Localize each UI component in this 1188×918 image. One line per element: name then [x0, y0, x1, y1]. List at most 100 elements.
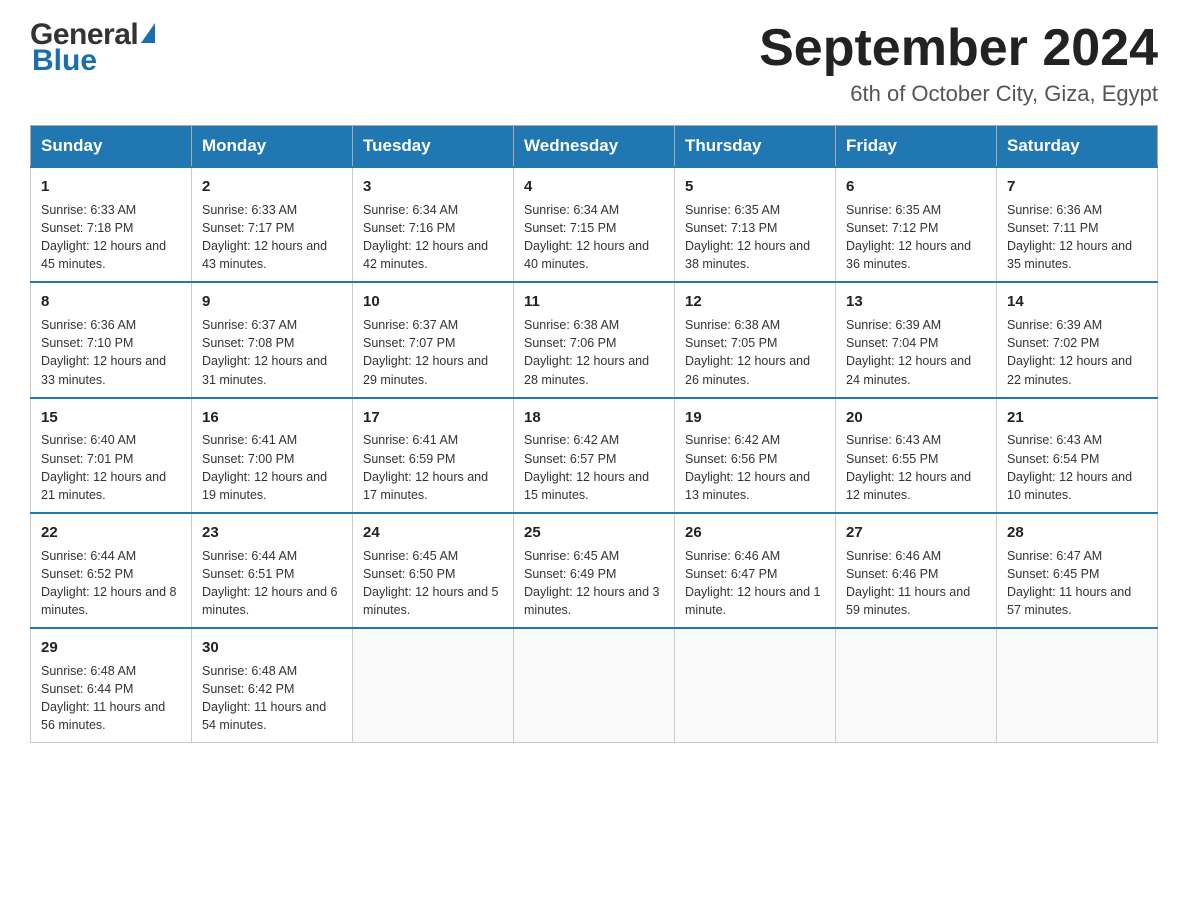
calendar-table: SundayMondayTuesdayWednesdayThursdayFrid…: [30, 125, 1158, 743]
day-number: 28: [1007, 522, 1147, 544]
table-row: 13 Sunrise: 6:39 AMSunset: 7:04 PMDayligh…: [836, 282, 997, 397]
table-row: 4Sunrise: 6:34 AMSunset: 7:15 PMDaylight…: [514, 167, 675, 282]
title-area: September 2024 6th of October City, Giza…: [759, 20, 1158, 107]
day-info: Sunrise: 6:47 AMSunset: 6:45 PMDaylight:…: [1007, 547, 1147, 620]
week-row-4: 22 Sunrise: 6:44 AMSunset: 6:52 PMDayligh…: [31, 513, 1158, 628]
day-number: 6: [846, 176, 986, 198]
day-info: Sunrise: 6:46 AMSunset: 6:47 PMDaylight:…: [685, 547, 825, 620]
day-number: 27: [846, 522, 986, 544]
day-info: Sunrise: 6:40 AMSunset: 7:01 PMDaylight:…: [41, 431, 181, 504]
day-info: Sunrise: 6:41 AMSunset: 6:59 PMDaylight:…: [363, 431, 503, 504]
table-row: 25 Sunrise: 6:45 AMSunset: 6:49 PMDayligh…: [514, 513, 675, 628]
table-row: [675, 628, 836, 743]
table-row: [997, 628, 1158, 743]
table-row: 9 Sunrise: 6:37 AMSunset: 7:08 PMDaylight…: [192, 282, 353, 397]
header: General Blue September 2024 6th of Octob…: [30, 20, 1158, 107]
table-row: 24 Sunrise: 6:45 AMSunset: 6:50 PMDayligh…: [353, 513, 514, 628]
day-number: 26: [685, 522, 825, 544]
week-row-5: 29 Sunrise: 6:48 AMSunset: 6:44 PMDayligh…: [31, 628, 1158, 743]
day-info: Sunrise: 6:37 AMSunset: 7:07 PMDaylight:…: [363, 316, 503, 389]
weekday-header-friday: Friday: [836, 126, 997, 168]
table-row: 15Sunrise: 6:40 AMSunset: 7:01 PMDayligh…: [31, 398, 192, 513]
logo: General Blue: [30, 20, 155, 76]
table-row: 12Sunrise: 6:38 AMSunset: 7:05 PMDayligh…: [675, 282, 836, 397]
day-info: Sunrise: 6:48 AMSunset: 6:44 PMDaylight:…: [41, 662, 181, 735]
table-row: 7 Sunrise: 6:36 AMSunset: 7:11 PMDaylight…: [997, 167, 1158, 282]
table-row: [514, 628, 675, 743]
day-number: 1: [41, 176, 181, 198]
table-row: 18Sunrise: 6:42 AMSunset: 6:57 PMDayligh…: [514, 398, 675, 513]
day-info: Sunrise: 6:44 AMSunset: 6:52 PMDaylight:…: [41, 547, 181, 620]
day-info: Sunrise: 6:33 AMSunset: 7:18 PMDaylight:…: [41, 201, 181, 274]
day-number: 16: [202, 407, 342, 429]
day-number: 22: [41, 522, 181, 544]
day-info: Sunrise: 6:35 AMSunset: 7:13 PMDaylight:…: [685, 201, 825, 274]
day-number: 20: [846, 407, 986, 429]
day-info: Sunrise: 6:38 AMSunset: 7:05 PMDaylight:…: [685, 316, 825, 389]
day-number: 30: [202, 637, 342, 659]
day-info: Sunrise: 6:43 AMSunset: 6:54 PMDaylight:…: [1007, 431, 1147, 504]
table-row: 26 Sunrise: 6:46 AMSunset: 6:47 PMDayligh…: [675, 513, 836, 628]
day-info: Sunrise: 6:34 AMSunset: 7:15 PMDaylight:…: [524, 201, 664, 274]
day-number: 2: [202, 176, 342, 198]
weekday-header-thursday: Thursday: [675, 126, 836, 168]
weekday-header-wednesday: Wednesday: [514, 126, 675, 168]
day-number: 23: [202, 522, 342, 544]
day-info: Sunrise: 6:43 AMSunset: 6:55 PMDaylight:…: [846, 431, 986, 504]
table-row: 23 Sunrise: 6:44 AMSunset: 6:51 PMDayligh…: [192, 513, 353, 628]
table-row: 14 Sunrise: 6:39 AMSunset: 7:02 PMDayligh…: [997, 282, 1158, 397]
weekday-header-saturday: Saturday: [997, 126, 1158, 168]
day-number: 9: [202, 291, 342, 313]
day-number: 13: [846, 291, 986, 313]
logo-blue: Blue: [32, 44, 97, 77]
day-info: Sunrise: 6:45 AMSunset: 6:50 PMDaylight:…: [363, 547, 503, 620]
table-row: 29 Sunrise: 6:48 AMSunset: 6:44 PMDayligh…: [31, 628, 192, 743]
table-row: 10 Sunrise: 6:37 AMSunset: 7:07 PMDayligh…: [353, 282, 514, 397]
table-row: 11 Sunrise: 6:38 AMSunset: 7:06 PMDayligh…: [514, 282, 675, 397]
table-row: 6 Sunrise: 6:35 AMSunset: 7:12 PMDaylight…: [836, 167, 997, 282]
weekday-header-sunday: Sunday: [31, 126, 192, 168]
day-info: Sunrise: 6:39 AMSunset: 7:04 PMDaylight:…: [846, 316, 986, 389]
day-info: Sunrise: 6:39 AMSunset: 7:02 PMDaylight:…: [1007, 316, 1147, 389]
day-number: 3: [363, 176, 503, 198]
month-year-title: September 2024: [759, 20, 1158, 77]
day-info: Sunrise: 6:45 AMSunset: 6:49 PMDaylight:…: [524, 547, 664, 620]
table-row: 19Sunrise: 6:42 AMSunset: 6:56 PMDayligh…: [675, 398, 836, 513]
day-info: Sunrise: 6:38 AMSunset: 7:06 PMDaylight:…: [524, 316, 664, 389]
weekday-header-tuesday: Tuesday: [353, 126, 514, 168]
weekday-header-monday: Monday: [192, 126, 353, 168]
table-row: [353, 628, 514, 743]
day-number: 21: [1007, 407, 1147, 429]
table-row: 16Sunrise: 6:41 AMSunset: 7:00 PMDayligh…: [192, 398, 353, 513]
day-number: 8: [41, 291, 181, 313]
day-info: Sunrise: 6:33 AMSunset: 7:17 PMDaylight:…: [202, 201, 342, 274]
day-info: Sunrise: 6:36 AMSunset: 7:11 PMDaylight:…: [1007, 201, 1147, 274]
table-row: [836, 628, 997, 743]
day-info: Sunrise: 6:44 AMSunset: 6:51 PMDaylight:…: [202, 547, 342, 620]
day-info: Sunrise: 6:41 AMSunset: 7:00 PMDaylight:…: [202, 431, 342, 504]
day-info: Sunrise: 6:34 AMSunset: 7:16 PMDaylight:…: [363, 201, 503, 274]
week-row-1: 1 Sunrise: 6:33 AMSunset: 7:18 PMDaylight…: [31, 167, 1158, 282]
day-number: 11: [524, 291, 664, 313]
day-info: Sunrise: 6:37 AMSunset: 7:08 PMDaylight:…: [202, 316, 342, 389]
day-number: 7: [1007, 176, 1147, 198]
table-row: 20Sunrise: 6:43 AMSunset: 6:55 PMDayligh…: [836, 398, 997, 513]
day-number: 17: [363, 407, 503, 429]
week-row-3: 15Sunrise: 6:40 AMSunset: 7:01 PMDayligh…: [31, 398, 1158, 513]
day-number: 18: [524, 407, 664, 429]
day-number: 14: [1007, 291, 1147, 313]
day-number: 24: [363, 522, 503, 544]
table-row: 1 Sunrise: 6:33 AMSunset: 7:18 PMDaylight…: [31, 167, 192, 282]
day-number: 19: [685, 407, 825, 429]
day-info: Sunrise: 6:42 AMSunset: 6:56 PMDaylight:…: [685, 431, 825, 504]
weekday-header-row: SundayMondayTuesdayWednesdayThursdayFrid…: [31, 126, 1158, 168]
day-info: Sunrise: 6:48 AMSunset: 6:42 PMDaylight:…: [202, 662, 342, 735]
day-number: 10: [363, 291, 503, 313]
logo-triangle-icon: [141, 23, 155, 43]
day-number: 25: [524, 522, 664, 544]
table-row: 17Sunrise: 6:41 AMSunset: 6:59 PMDayligh…: [353, 398, 514, 513]
table-row: 3 Sunrise: 6:34 AMSunset: 7:16 PMDaylight…: [353, 167, 514, 282]
day-info: Sunrise: 6:35 AMSunset: 7:12 PMDaylight:…: [846, 201, 986, 274]
location-subtitle: 6th of October City, Giza, Egypt: [759, 81, 1158, 107]
day-number: 29: [41, 637, 181, 659]
